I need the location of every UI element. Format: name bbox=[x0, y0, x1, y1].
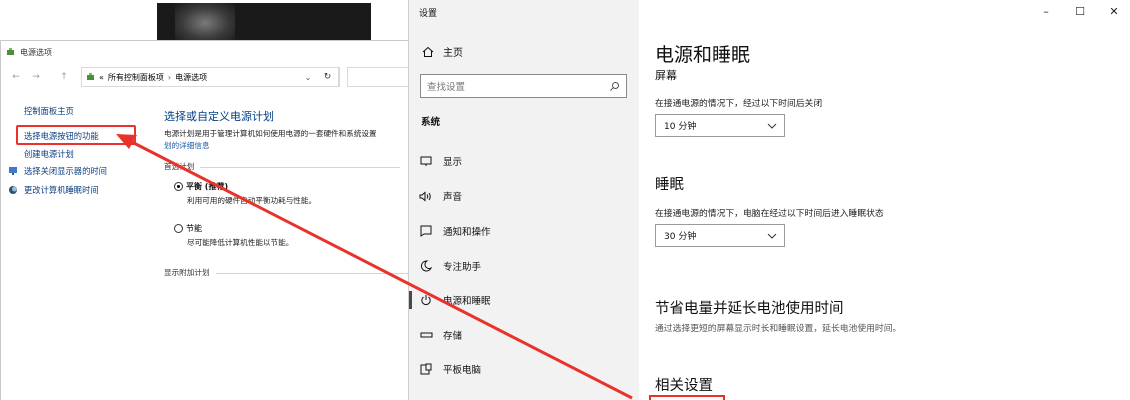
nav-item-label: 专注助手 bbox=[443, 262, 482, 273]
control-panel-window: 电源选项 ← → ↑ « 所有控制面板项 › 电源选项 ⌄ ↻ 控制面板主页 选… bbox=[0, 40, 421, 400]
sidebar-item-create-plan[interactable]: 创建电源计划 bbox=[24, 148, 74, 160]
screen-timeout-select[interactable]: 10 分钟 bbox=[655, 114, 785, 137]
nav-home-label: 主页 bbox=[443, 48, 463, 59]
plan-power-saver[interactable]: 节能 尽可能降低计算机性能以节能。 bbox=[174, 223, 293, 248]
cp-window-title: 电源选项 bbox=[20, 47, 52, 57]
monitor-icon bbox=[420, 156, 432, 166]
nav-item-storage[interactable]: 存储 bbox=[409, 322, 639, 348]
nav-item-label: 平板电脑 bbox=[443, 365, 482, 376]
nav-home[interactable]: 主页 bbox=[421, 44, 463, 59]
breadcrumb-power-options[interactable]: 电源选项 bbox=[175, 72, 207, 83]
nav-item-power-sleep[interactable]: 电源和睡眠 bbox=[409, 287, 639, 313]
plan-name: 节能 bbox=[186, 224, 202, 233]
page-title: 电源和睡眠 bbox=[655, 44, 751, 66]
radio-balanced[interactable] bbox=[174, 182, 183, 191]
screen-heading: 屏幕 bbox=[655, 69, 677, 82]
learn-more-link[interactable]: 划的详细信息 bbox=[164, 140, 210, 151]
battery-description: 通过选择更短的屏幕显示时长和睡眠设置，延长电池使用时间。 bbox=[655, 324, 902, 334]
nav-item-display[interactable]: 显示 bbox=[409, 148, 639, 174]
cp-description: 电源计划是用于管理计算机如何使用电源的一套硬件和系统设置 bbox=[164, 129, 377, 138]
cp-page-title: 选择或自定义电源计划 bbox=[164, 110, 274, 123]
settings-content: – ☐ ✕ 电源和睡眠 屏幕 在接通电源的情况下，经过以下时间后关闭 10 分钟… bbox=[649, 0, 1130, 400]
storage-icon bbox=[420, 332, 432, 338]
nav-item-label: 通知和操作 bbox=[443, 227, 491, 238]
preferred-plans-header: 首选计划 bbox=[164, 161, 401, 172]
screen-timeout-value: 10 分钟 bbox=[664, 122, 697, 132]
maximize-button[interactable]: ☐ bbox=[1063, 0, 1097, 24]
extra-plans-label[interactable]: 显示附加计划 bbox=[164, 268, 210, 277]
home-icon bbox=[422, 46, 434, 57]
nav-item-label: 声音 bbox=[443, 192, 463, 203]
breadcrumb-separator: › bbox=[167, 72, 172, 82]
moon-icon bbox=[420, 260, 432, 272]
address-bar[interactable]: « 所有控制面板项 › 电源选项 ⌄ bbox=[81, 67, 340, 87]
speaker-icon bbox=[419, 190, 431, 202]
sleep-timeout-value: 30 分钟 bbox=[664, 232, 697, 242]
sleep-timeout-label: 在接通电源的情况下，电脑在经过以下时间后进入睡眠状态 bbox=[655, 209, 884, 219]
nav-item-label: 显示 bbox=[443, 157, 463, 168]
chevron-down-icon bbox=[767, 123, 777, 129]
extra-plans-header[interactable]: 显示附加计划 bbox=[164, 267, 416, 278]
nav-item-label: 存储 bbox=[443, 331, 463, 342]
up-button[interactable]: ↑ bbox=[57, 72, 71, 82]
power-icon bbox=[421, 295, 431, 305]
search-placeholder: 查找设置 bbox=[427, 82, 466, 93]
cp-titlebar: 电源选项 bbox=[1, 41, 421, 63]
address-dropdown-icon[interactable]: ⌄ bbox=[299, 73, 317, 82]
battery-heading: 节省电量并延长电池使用时间 bbox=[655, 301, 844, 317]
refresh-button[interactable]: ↻ bbox=[317, 67, 339, 87]
control-panel-icon bbox=[87, 73, 94, 80]
search-icon bbox=[610, 81, 619, 91]
nav-item-tablet[interactable]: 平板电脑 bbox=[409, 356, 639, 382]
settings-search-input[interactable]: 查找设置 bbox=[420, 74, 627, 98]
blurred-face bbox=[175, 3, 235, 43]
sleep-heading: 睡眠 bbox=[655, 177, 684, 193]
nav-item-notifications[interactable]: 通知和操作 bbox=[409, 218, 639, 244]
sleep-timeout-select[interactable]: 30 分钟 bbox=[655, 224, 785, 247]
moon-globe-icon bbox=[9, 186, 17, 194]
nav-section-system: 系统 bbox=[421, 117, 441, 128]
cp-navbar: ← → ↑ « 所有控制面板项 › 电源选项 ⌄ ↻ bbox=[1, 65, 421, 89]
settings-window: 设置 主页 查找设置 系统 显示 声音 通知和操作 专注助手 电源和睡眠 存储 … bbox=[408, 0, 1130, 400]
power-options-app-icon bbox=[7, 48, 14, 55]
settings-window-title: 设置 bbox=[419, 9, 438, 19]
settings-nav-pane: 设置 主页 查找设置 系统 显示 声音 通知和操作 专注助手 电源和睡眠 存储 … bbox=[409, 0, 639, 400]
notification-icon bbox=[420, 225, 432, 237]
nav-item-focus-assist[interactable]: 专注助手 bbox=[409, 253, 639, 279]
breadcrumb-all-items[interactable]: 所有控制面板项 bbox=[108, 72, 164, 83]
monitor-shield-icon bbox=[9, 167, 17, 175]
plan-name: 平衡 (推荐) bbox=[186, 182, 229, 191]
plan-description: 利用可用的硬件自动平衡功耗与性能。 bbox=[187, 196, 317, 205]
annotation-highlight-related bbox=[649, 395, 725, 400]
sidebar-item-display-off[interactable]: 选择关闭显示器的时间 bbox=[24, 165, 107, 177]
nav-item-sound[interactable]: 声音 bbox=[409, 183, 639, 209]
sidebar-item-sleep-time[interactable]: 更改计算机睡眠时间 bbox=[24, 184, 99, 196]
plan-balanced[interactable]: 平衡 (推荐) 利用可用的硬件自动平衡功耗与性能。 bbox=[174, 181, 316, 206]
tablet-icon bbox=[420, 363, 432, 375]
annotation-highlight-power-buttons bbox=[16, 125, 136, 145]
preferred-plans-label: 首选计划 bbox=[164, 162, 195, 171]
chevron-down-icon bbox=[767, 233, 777, 239]
forward-button[interactable]: → bbox=[29, 72, 43, 82]
plan-description: 尽可能降低计算机性能以节能。 bbox=[187, 238, 294, 247]
related-settings-heading: 相关设置 bbox=[655, 378, 713, 394]
radio-power-saver[interactable] bbox=[174, 224, 183, 233]
minimize-button[interactable]: – bbox=[1029, 0, 1063, 24]
address-prefix: « bbox=[99, 72, 104, 82]
back-button[interactable]: ← bbox=[9, 72, 23, 82]
nav-item-label: 电源和睡眠 bbox=[443, 296, 491, 307]
desktop-background-photo bbox=[157, 3, 371, 43]
sidebar-item-home[interactable]: 控制面板主页 bbox=[24, 105, 74, 117]
window-controls: – ☐ ✕ bbox=[1029, 0, 1130, 24]
close-button[interactable]: ✕ bbox=[1097, 0, 1130, 24]
screen-timeout-label: 在接通电源的情况下，经过以下时间后关闭 bbox=[655, 99, 823, 109]
